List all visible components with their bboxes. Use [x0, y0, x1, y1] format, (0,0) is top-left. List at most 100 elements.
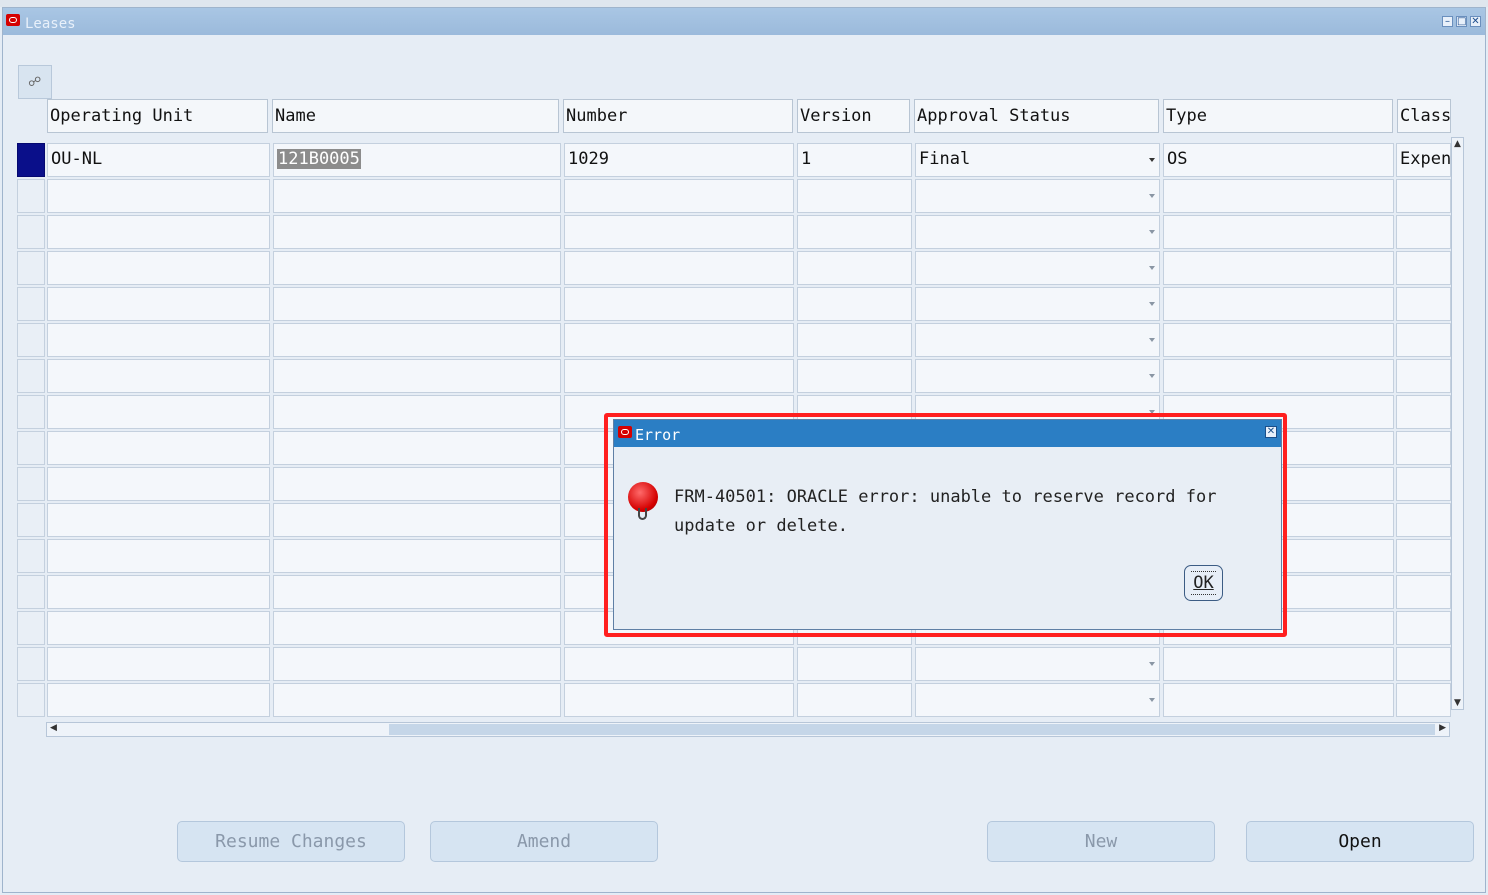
empty-cell[interactable]: [1163, 215, 1394, 249]
empty-cell[interactable]: [1396, 323, 1451, 357]
empty-cell[interactable]: [47, 575, 270, 609]
empty-cell[interactable]: [1396, 359, 1451, 393]
empty-cell[interactable]: [1396, 467, 1451, 501]
empty-cell[interactable]: [1163, 251, 1394, 285]
minimize-icon[interactable]: –: [1442, 16, 1453, 27]
empty-cell[interactable]: [47, 683, 270, 717]
empty-cell[interactable]: [47, 647, 270, 681]
empty-cell[interactable]: [273, 323, 561, 357]
close-icon[interactable]: ✕: [1470, 16, 1481, 27]
row-selector[interactable]: [17, 179, 45, 213]
row-selector[interactable]: [17, 467, 45, 501]
empty-cell[interactable]: [1396, 395, 1451, 429]
empty-cell[interactable]: [1396, 611, 1451, 645]
empty-cell[interactable]: [273, 611, 561, 645]
empty-cell[interactable]: [1163, 287, 1394, 321]
empty-cell[interactable]: [1396, 251, 1451, 285]
empty-cell[interactable]: [1396, 503, 1451, 537]
empty-cell[interactable]: [273, 395, 561, 429]
empty-cell[interactable]: [273, 179, 561, 213]
empty-cell[interactable]: [1163, 647, 1394, 681]
row-selector[interactable]: [17, 251, 45, 285]
empty-cell[interactable]: [564, 359, 794, 393]
dropdown-arrow-icon[interactable]: [1149, 194, 1155, 198]
scroll-left-icon[interactable]: ◀: [50, 723, 57, 733]
empty-cell[interactable]: [47, 395, 270, 429]
empty-cell[interactable]: [797, 287, 912, 321]
empty-cell[interactable]: [564, 251, 794, 285]
empty-cell[interactable]: [273, 287, 561, 321]
empty-cell[interactable]: [1163, 359, 1394, 393]
empty-cell[interactable]: [1396, 179, 1451, 213]
empty-cell[interactable]: [1396, 215, 1451, 249]
folder-tools-button[interactable]: ☍: [18, 65, 52, 99]
horizontal-scroll-thumb[interactable]: [389, 724, 1435, 735]
empty-cell[interactable]: [915, 683, 1160, 717]
empty-cell[interactable]: [915, 251, 1160, 285]
cell-type[interactable]: OS: [1163, 143, 1394, 177]
row-selector[interactable]: [17, 503, 45, 537]
maximize-icon[interactable]: □: [1456, 16, 1467, 27]
empty-cell[interactable]: [797, 683, 912, 717]
empty-cell[interactable]: [1396, 431, 1451, 465]
empty-cell[interactable]: [273, 683, 561, 717]
empty-cell[interactable]: [47, 539, 270, 573]
cell-number[interactable]: 1029: [564, 143, 794, 177]
row-selector[interactable]: [17, 539, 45, 573]
row-selector[interactable]: [17, 323, 45, 357]
empty-cell[interactable]: [273, 647, 561, 681]
dropdown-arrow-icon[interactable]: [1149, 230, 1155, 234]
empty-cell[interactable]: [915, 215, 1160, 249]
dropdown-arrow-icon[interactable]: [1149, 338, 1155, 342]
dropdown-arrow-icon[interactable]: [1149, 266, 1155, 270]
empty-cell[interactable]: [47, 467, 270, 501]
empty-cell[interactable]: [564, 323, 794, 357]
empty-cell[interactable]: [564, 215, 794, 249]
row-selector[interactable]: [17, 611, 45, 645]
scroll-down-icon[interactable]: ▼: [1454, 698, 1461, 708]
dropdown-arrow-icon[interactable]: [1149, 698, 1155, 702]
empty-cell[interactable]: [1163, 323, 1394, 357]
empty-cell[interactable]: [273, 575, 561, 609]
empty-cell[interactable]: [47, 251, 270, 285]
empty-cell[interactable]: [564, 179, 794, 213]
empty-cell[interactable]: [797, 251, 912, 285]
row-selector[interactable]: [17, 287, 45, 321]
empty-cell[interactable]: [273, 467, 561, 501]
vertical-scrollbar[interactable]: ▲ ▼: [1451, 137, 1464, 710]
empty-cell[interactable]: [915, 287, 1160, 321]
empty-cell[interactable]: [915, 359, 1160, 393]
empty-cell[interactable]: [47, 611, 270, 645]
empty-cell[interactable]: [47, 215, 270, 249]
empty-cell[interactable]: [1163, 179, 1394, 213]
scroll-up-icon[interactable]: ▲: [1454, 139, 1461, 149]
empty-cell[interactable]: [797, 179, 912, 213]
empty-cell[interactable]: [915, 323, 1160, 357]
row-selector[interactable]: [17, 431, 45, 465]
cell-approval-status[interactable]: Final: [915, 143, 1160, 177]
row-selector[interactable]: [17, 359, 45, 393]
empty-cell[interactable]: [47, 503, 270, 537]
empty-cell[interactable]: [47, 323, 270, 357]
empty-cell[interactable]: [915, 179, 1160, 213]
empty-cell[interactable]: [797, 359, 912, 393]
empty-cell[interactable]: [1396, 575, 1451, 609]
cell-operating-unit[interactable]: OU-NL: [47, 143, 270, 177]
empty-cell[interactable]: [47, 431, 270, 465]
dialog-close-icon[interactable]: ✕: [1265, 426, 1277, 438]
empty-cell[interactable]: [273, 539, 561, 573]
empty-cell[interactable]: [564, 683, 794, 717]
scroll-right-icon[interactable]: ▶: [1439, 723, 1446, 733]
empty-cell[interactable]: [797, 323, 912, 357]
cell-name[interactable]: 121B0005: [273, 143, 561, 177]
new-button[interactable]: New: [987, 821, 1215, 862]
row-selector[interactable]: [17, 647, 45, 681]
row-selector[interactable]: [17, 215, 45, 249]
empty-cell[interactable]: [273, 503, 561, 537]
empty-cell[interactable]: [47, 359, 270, 393]
empty-cell[interactable]: [1396, 287, 1451, 321]
row-selector-active[interactable]: [17, 143, 45, 177]
dropdown-arrow-icon[interactable]: [1149, 374, 1155, 378]
empty-cell[interactable]: [915, 647, 1160, 681]
dropdown-arrow-icon[interactable]: [1149, 302, 1155, 306]
